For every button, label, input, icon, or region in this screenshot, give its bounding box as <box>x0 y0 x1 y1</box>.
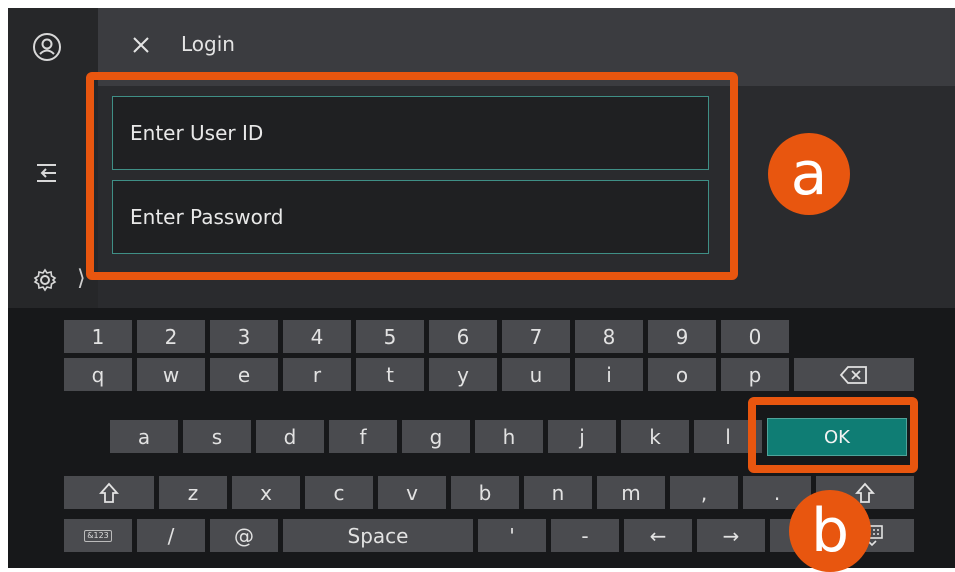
key-m[interactable]: m <box>597 476 665 509</box>
key-comma[interactable]: , <box>670 476 738 509</box>
key-t[interactable]: t <box>356 358 424 391</box>
left-arrow-key[interactable]: ← <box>624 519 692 552</box>
key-q[interactable]: q <box>64 358 132 391</box>
key-o[interactable]: o <box>648 358 716 391</box>
key-i[interactable]: i <box>575 358 643 391</box>
annotation-badge-b: b <box>789 490 871 572</box>
key-6[interactable]: 6 <box>429 320 497 353</box>
key-0[interactable]: 0 <box>721 320 789 353</box>
key-hyphen[interactable]: - <box>551 519 619 552</box>
key-s[interactable]: s <box>183 420 251 453</box>
annotation-box-b <box>748 397 918 473</box>
space-key[interactable]: Space <box>283 519 473 552</box>
key-7[interactable]: 7 <box>502 320 570 353</box>
key-b[interactable]: b <box>451 476 519 509</box>
key-j[interactable]: j <box>548 420 616 453</box>
key-n[interactable]: n <box>524 476 592 509</box>
key-d[interactable]: d <box>256 420 324 453</box>
key-8[interactable]: 8 <box>575 320 643 353</box>
key-c[interactable]: c <box>305 476 373 509</box>
key-y[interactable]: y <box>429 358 497 391</box>
key-z[interactable]: z <box>159 476 227 509</box>
key-p[interactable]: p <box>721 358 789 391</box>
right-arrow-key[interactable]: → <box>697 519 765 552</box>
backspace-key[interactable] <box>794 358 914 391</box>
key-apostrophe[interactable]: ' <box>478 519 546 552</box>
shift-icon <box>99 482 119 503</box>
key-f[interactable]: f <box>329 420 397 453</box>
key-r[interactable]: r <box>283 358 351 391</box>
backspace-icon <box>839 365 867 384</box>
chevron-right-icon[interactable]: ⟩ <box>77 266 86 291</box>
key-k[interactable]: k <box>621 420 689 453</box>
key-e[interactable]: e <box>210 358 278 391</box>
key-4[interactable]: 4 <box>283 320 351 353</box>
annotation-box-a <box>86 72 738 280</box>
login-arrow-icon[interactable] <box>30 156 64 190</box>
dialog-title: Login <box>181 32 235 56</box>
key-w[interactable]: w <box>137 358 205 391</box>
key-a[interactable]: a <box>110 420 178 453</box>
key-9[interactable]: 9 <box>648 320 716 353</box>
key-3[interactable]: 3 <box>210 320 278 353</box>
symbols-label: &123 <box>84 529 112 542</box>
key-at[interactable]: @ <box>210 519 278 552</box>
key-x[interactable]: x <box>232 476 300 509</box>
key-g[interactable]: g <box>402 420 470 453</box>
close-icon[interactable] <box>126 30 156 60</box>
sidebar: ⟩ <box>8 8 98 308</box>
key-v[interactable]: v <box>378 476 446 509</box>
key-h[interactable]: h <box>475 420 543 453</box>
user-icon[interactable] <box>30 30 64 64</box>
key-symbols[interactable]: &123 <box>64 519 132 552</box>
key-2[interactable]: 2 <box>137 320 205 353</box>
key-5[interactable]: 5 <box>356 320 424 353</box>
annotation-badge-a: a <box>768 133 850 215</box>
key-1[interactable]: 1 <box>64 320 132 353</box>
shift-key-left[interactable] <box>64 476 154 509</box>
key-slash[interactable]: / <box>137 519 205 552</box>
gear-icon[interactable] <box>28 263 62 297</box>
key-u[interactable]: u <box>502 358 570 391</box>
